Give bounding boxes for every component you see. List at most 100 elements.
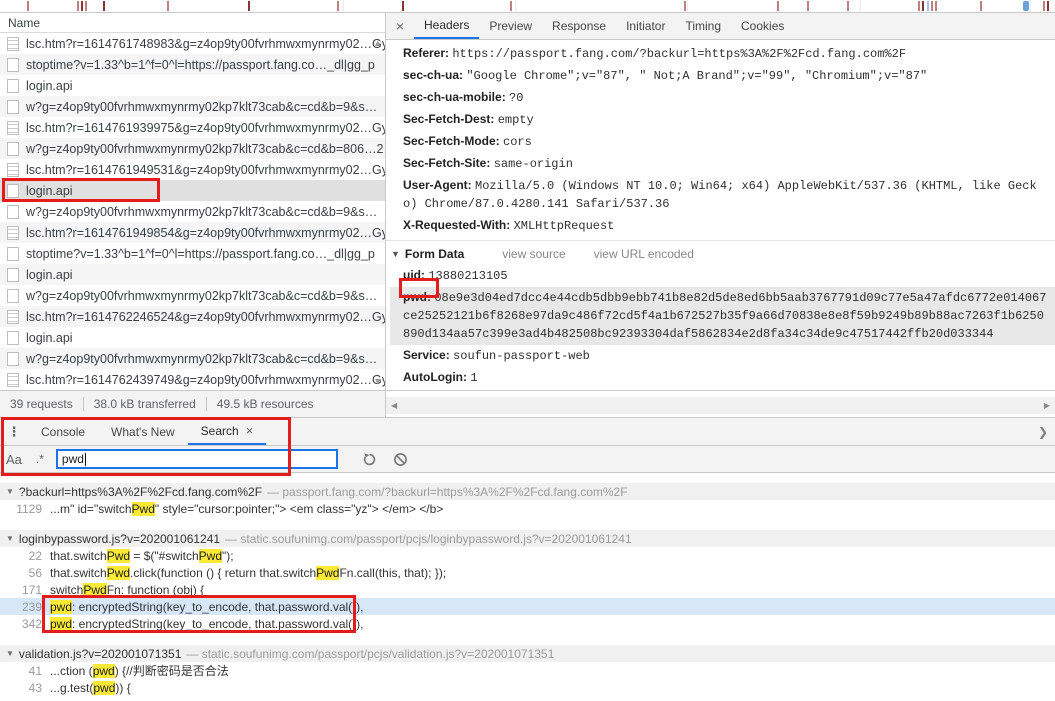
collapse-triangle-icon[interactable]: ▼ (6, 649, 14, 658)
name-column-header[interactable]: Name (0, 13, 385, 33)
drawer-tab-search[interactable]: Search× (188, 418, 267, 445)
form-data-key: uid: (403, 268, 428, 282)
result-group-header[interactable]: ▼loginbypassword.js?v=202001061241— stat… (0, 530, 1055, 547)
header-line: Sec-Fetch-Dest: empty (386, 109, 1055, 131)
request-row[interactable]: w?g=z4op9ty00fvrhmwxmynrmy02kp7klt73cab&… (0, 201, 385, 222)
close-tab-icon[interactable]: × (246, 423, 254, 438)
request-details-pane: × HeadersPreviewResponseInitiatorTimingC… (386, 13, 1055, 390)
search-match-line[interactable]: 171switchPwdFn: function (obj) { (0, 581, 1055, 598)
timeline-activity-tick-icon (918, 1, 920, 11)
header-line: sec-ch-ua: "Google Chrome";v="87", " Not… (386, 65, 1055, 87)
tab-overflow-chevron-icon[interactable]: ❯ (1038, 418, 1055, 445)
timeline-gridline (687, 0, 688, 12)
collapse-triangle-icon[interactable]: ▼ (6, 487, 14, 496)
summary-item: 49.5 kB resources (207, 397, 324, 411)
request-row[interactable]: lsc.htm?r=1614762439749&g=z4op9ty00fvrhm… (0, 369, 385, 390)
match-text: ...m" id="switch (50, 502, 132, 516)
request-row[interactable]: lsc.htm?r=1614761939975&g=z4op9ty00fvrhm… (0, 117, 385, 138)
request-name: stoptime?v=1.33^b=1^f=0^l=https://passpo… (26, 58, 375, 72)
request-row[interactable]: w?g=z4op9ty00fvrhmwxmynrmy02kp7klt73cab&… (0, 348, 385, 369)
request-row[interactable]: login.api (0, 264, 385, 285)
request-row[interactable]: w?g=z4op9ty00fvrhmwxmynrmy02kp7klt73cab&… (0, 285, 385, 306)
search-match-line[interactable]: 41...ction (pwd) {//判断密码是否合法 (0, 662, 1055, 679)
name-column-label: Name (8, 16, 40, 30)
form-data-row: uid: 13880213105 (386, 265, 1055, 287)
close-details-button[interactable]: × (386, 13, 414, 39)
request-row[interactable]: lsc.htm?r=1614761748983&g=z4op9ty00fvrhm… (0, 33, 385, 54)
refresh-search-icon[interactable] (362, 452, 377, 467)
request-row[interactable]: lsc.htm?r=1614762246524&g=z4op9ty00fvrhm… (0, 306, 385, 327)
result-group-header[interactable]: ▼validation.js?v=202001071351— static.so… (0, 645, 1055, 662)
drawer-tab-what-s-new[interactable]: What's New (98, 418, 188, 445)
scroll-right-icon[interactable]: ▶ (1044, 401, 1050, 410)
tab-cookies[interactable]: Cookies (731, 13, 794, 39)
search-match-line[interactable]: 43...g.test(pwd)) { (0, 679, 1055, 696)
timeline-event-marker-icon (1023, 1, 1029, 11)
regex-toggle[interactable]: .* (36, 452, 44, 466)
tab-timing[interactable]: Timing (675, 13, 731, 39)
scroll-up-icon[interactable]: ▲ (373, 39, 382, 48)
tab-headers[interactable]: Headers (414, 13, 479, 39)
text-caret (85, 453, 86, 466)
tab-response[interactable]: Response (542, 13, 616, 39)
request-row[interactable]: w?g=z4op9ty00fvrhmwxmynrmy02kp7klt73cab&… (0, 138, 385, 159)
drawer-tab-label: Console (41, 425, 85, 439)
timeline-activity-tick-icon (777, 1, 779, 11)
result-group-header[interactable]: ▼?backurl=https%3A%2F%2Fcd.fang.com%2F— … (0, 483, 1055, 500)
request-row[interactable]: lsc.htm?r=1614761949854&g=z4op9ty00fvrhm… (0, 222, 385, 243)
drawer-menu-icon[interactable]: ⋮ (0, 418, 28, 445)
header-value: Mozilla/5.0 (Windows NT 10.0; Win64; x64… (403, 179, 1037, 211)
request-name: w?g=z4op9ty00fvrhmwxmynrmy02kp7klt73cab&… (26, 100, 377, 114)
search-match-line[interactable]: 1129...m" id="switchPwd" style="cursor:p… (0, 500, 1055, 517)
header-key: X-Requested-With: (403, 218, 514, 232)
request-row[interactable]: stoptime?v=1.33^b=1^f=0^l=https://passpo… (0, 54, 385, 75)
tab-preview[interactable]: Preview (479, 13, 542, 39)
search-match-line[interactable]: 342pwd: encryptedString(key_to_encode, t… (0, 615, 1055, 632)
header-value: same-origin (494, 157, 573, 171)
file-icon (7, 100, 19, 114)
header-line: User-Agent: Mozilla/5.0 (Windows NT 10.0… (386, 175, 1055, 215)
search-match-line[interactable]: 239 pwd: encryptedString(key_to_encode, t… (0, 598, 1055, 615)
match-line-content: pwd: encryptedString(key_to_encode, that… (50, 600, 364, 614)
search-match-line[interactable]: 56that.switchPwd.click(function () { ret… (0, 564, 1055, 581)
form-data-row: AutoLogin: 1 (386, 367, 1055, 389)
request-row[interactable]: login.api (0, 75, 385, 96)
view-url-encoded-link[interactable]: view URL encoded (594, 247, 694, 262)
collapse-triangle-icon[interactable]: ▼ (391, 247, 400, 262)
match-line-number: 43 (0, 681, 42, 695)
request-row[interactable]: login.api (0, 180, 385, 201)
form-data-key: pwd: (403, 290, 434, 304)
match-line-number: 239 (0, 600, 42, 614)
file-icon (7, 205, 19, 219)
match-text: ...ction ( (50, 664, 93, 678)
form-data-title: Form Data (405, 247, 464, 262)
drawer-tab-console[interactable]: Console (28, 418, 98, 445)
search-match-line[interactable]: 22that.switchPwd = $("#switchPwd"); (0, 547, 1055, 564)
tab-initiator[interactable]: Initiator (616, 13, 675, 39)
horizontal-scrollbar[interactable]: ◀ ▶ (386, 397, 1055, 414)
network-overview-timeline[interactable] (0, 0, 1055, 13)
collapse-triangle-icon[interactable]: ▼ (6, 534, 14, 543)
scroll-left-icon[interactable]: ◀ (391, 401, 397, 410)
form-data-row: Service: soufun-passport-web (386, 345, 1055, 367)
request-row[interactable]: login.api (0, 327, 385, 348)
clear-search-icon[interactable] (393, 452, 408, 467)
header-line: Sec-Fetch-Mode: cors (386, 131, 1055, 153)
match-case-toggle[interactable]: Aa (6, 452, 22, 467)
view-source-link[interactable]: view source (502, 247, 565, 262)
timeline-activity-tick-icon (85, 1, 87, 11)
request-name: w?g=z4op9ty00fvrhmwxmynrmy02kp7klt73cab&… (26, 289, 377, 303)
request-row[interactable]: lsc.htm?r=1614761949531&g=z4op9ty00fvrhm… (0, 159, 385, 180)
scroll-down-icon[interactable]: ▼ (373, 377, 382, 386)
search-input[interactable]: pwd (56, 449, 338, 469)
header-value: empty (498, 113, 534, 127)
request-row[interactable]: w?g=z4op9ty00fvrhmwxmynrmy02kp7klt73cab&… (0, 96, 385, 117)
result-file-name: ?backurl=https%3A%2F%2Fcd.fang.com%2F (19, 485, 262, 499)
form-data-value: soufun-passport-web (453, 349, 590, 363)
timeline-activity-tick-icon (27, 1, 29, 11)
header-key: sec-ch-ua-mobile: (403, 90, 509, 104)
file-icon (7, 142, 19, 156)
request-row[interactable]: stoptime?v=1.33^b=1^f=0^l=https://passpo… (0, 243, 385, 264)
form-data-section-header: ▼ Form Data view source view URL encoded (386, 244, 1055, 265)
search-results: ▼?backurl=https%3A%2F%2Fcd.fang.com%2F— … (0, 473, 1055, 701)
